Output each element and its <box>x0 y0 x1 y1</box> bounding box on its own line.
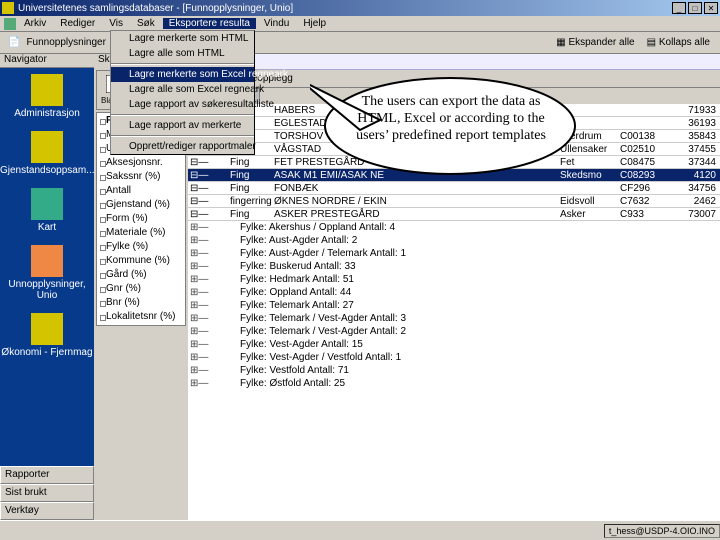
summary-row[interactable]: ⊞—Fylke: Vest-Agder Antall: 15 <box>188 338 720 351</box>
sidebar-item-3[interactable]: Unnopplysninger, Unio <box>0 239 94 307</box>
dd-item-5[interactable]: Lage rapport av merkerte <box>111 118 254 133</box>
summary-row[interactable]: ⊞—Fylke: Telemark Antall: 27 <box>188 299 720 312</box>
menu-icon <box>4 18 16 30</box>
window-title: Universitetenes samlingsdatabaser - [Fun… <box>18 3 293 14</box>
sidebar-btn-rapporter[interactable]: Rapporter <box>0 466 94 484</box>
summary-row[interactable]: ⊞—Fylke: Østfold Antall: 25 <box>188 377 720 390</box>
summary-row[interactable]: ⊞—Fylke: Vest-Agder / Vestfold Antall: 1 <box>188 351 720 364</box>
table-row[interactable]: ⊟—fingerringØKNES NORDRE / EKINEidsvollC… <box>188 195 720 208</box>
sidebar-item-4[interactable]: Økonomi - Fjernmag <box>0 307 94 364</box>
summary-row[interactable]: ⊞—Fylke: Vestfold Antall: 71 <box>188 364 720 377</box>
field-row[interactable]: Form (%) <box>98 212 184 226</box>
sidebar-btn-verktoy[interactable]: Verktøy <box>0 502 94 520</box>
minimize-button[interactable]: _ <box>672 2 686 14</box>
sidebar-btn-sistbrukt[interactable]: Sist brukt <box>0 484 94 502</box>
close-button[interactable]: ✕ <box>704 2 718 14</box>
summary-row[interactable]: ⊞—Fylke: Telemark / Vest-Agder Antall: 2 <box>188 325 720 338</box>
menu-vis[interactable]: Vis <box>103 18 129 29</box>
tool-item-label: Funnopplysninger <box>26 37 106 48</box>
dd-item-2[interactable]: Lagre merkerte som Excel regneark <box>111 67 254 82</box>
dd-item-6[interactable]: Opprett/rediger rapportmaler <box>111 139 254 154</box>
menu-sok[interactable]: Søk <box>131 18 161 29</box>
menu-vindu[interactable]: Vindu <box>258 18 295 29</box>
navigator-header: Navigator <box>0 54 94 68</box>
key-icon <box>31 74 63 106</box>
field-row[interactable]: Sakssnr (%) <box>98 170 184 184</box>
table-row[interactable]: ⊟—FingFONBÆKCF29634756 <box>188 182 720 195</box>
field-row[interactable]: Lokalitetsnr (%) <box>98 310 184 324</box>
summary-row[interactable]: ⊞—Fylke: Telemark / Vest-Agder Antall: 3 <box>188 312 720 325</box>
maximize-button[interactable]: □ <box>688 2 702 14</box>
menu-eksportere[interactable]: Eksportere resulta <box>163 18 256 29</box>
sidebar: Navigator Administrasjon Gjenstandsoppsa… <box>0 54 94 520</box>
field-row[interactable]: Gjenstand (%) <box>98 198 184 212</box>
toolbar: 📄 Funnopplysninger ▦ Ekspander alle ▤ Ko… <box>0 32 720 54</box>
folder-icon <box>31 131 63 163</box>
field-row[interactable]: Materiale (%) <box>98 226 184 240</box>
main-lightbar <box>188 54 720 70</box>
taskbar-tray: t_hess@USDP-4.OIO.INO <box>604 524 720 538</box>
field-row[interactable]: Gård (%) <box>98 268 184 282</box>
taskbar: t_hess@USDP-4.OIO.INO <box>0 520 720 540</box>
kollaps-alle[interactable]: ▤ Kollaps alle <box>641 37 716 48</box>
field-row[interactable]: Kommune (%) <box>98 254 184 268</box>
menu-bar: Arkiv Rediger Vis Søk Eksportere resulta… <box>0 16 720 32</box>
app-icon <box>2 2 14 14</box>
dd-item-3[interactable]: Lagre alle som Excel regneark <box>111 82 254 97</box>
tool-item-icon[interactable]: 📄 <box>4 36 24 49</box>
field-row[interactable]: Antall <box>98 184 184 198</box>
field-row[interactable]: Fylke (%) <box>98 240 184 254</box>
menu-rediger[interactable]: Rediger <box>54 18 101 29</box>
ekspander-alle[interactable]: ▦ Ekspander alle <box>550 37 640 48</box>
list-icon <box>31 245 63 277</box>
sidebar-item-0[interactable]: Administrasjon <box>0 68 94 125</box>
dd-item-4[interactable]: Lage rapport av søkeresultatliste <box>111 97 254 112</box>
sidebar-item-2[interactable]: Kart <box>0 182 94 239</box>
menu-hjelp[interactable]: Hjelp <box>297 18 332 29</box>
field-row[interactable]: Gnr (%) <box>98 282 184 296</box>
sidebar-item-1[interactable]: Gjenstandsoppsam... <box>0 125 94 182</box>
table-row[interactable]: ⊟—FingASKER PRESTEGÅRDAskerC93373007 <box>188 208 720 221</box>
field-row[interactable]: Aksesjonsnr. <box>98 156 184 170</box>
title-bar: Universitetenes samlingsdatabaser - [Fun… <box>0 0 720 16</box>
field-row[interactable]: Bnr (%) <box>98 296 184 310</box>
map-icon <box>31 188 63 220</box>
summary-row[interactable]: ⊞—Fylke: Hedmark Antall: 51 <box>188 273 720 286</box>
dd-item-1[interactable]: Lagre alle som HTML <box>111 46 254 61</box>
deposit-icon <box>31 313 63 345</box>
callout-text: The users can export the data as HTML, E… <box>346 94 556 144</box>
summary-row[interactable]: ⊞—Fylke: Aust-Agder Antall: 2 <box>188 234 720 247</box>
summary-row[interactable]: ⊞—Fylke: Buskerud Antall: 33 <box>188 260 720 273</box>
dd-item-0[interactable]: Lagre merkerte som HTML <box>111 31 254 46</box>
sidebar-bottom: Rapporter Sist brukt Verktøy <box>0 466 94 520</box>
summary-row[interactable]: ⊞—Fylke: Oppland Antall: 44 <box>188 286 720 299</box>
eksportere-dropdown: Lagre merkerte som HTML Lagre alle som H… <box>110 30 255 155</box>
summary-row[interactable]: ⊞—Fylke: Akershus / Oppland Antall: 4 <box>188 221 720 234</box>
menu-arkiv[interactable]: Arkiv <box>18 18 52 29</box>
summary-row[interactable]: ⊞—Fylke: Aust-Agder / Telemark Antall: 1 <box>188 247 720 260</box>
